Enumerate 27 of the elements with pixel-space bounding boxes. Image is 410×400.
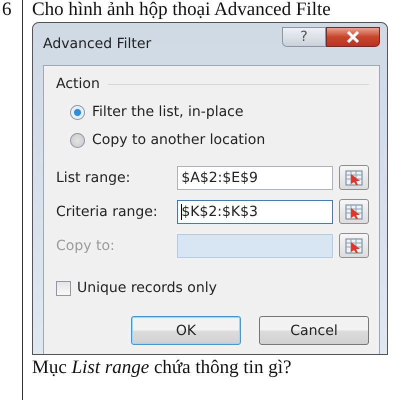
range-select-button[interactable] [339, 199, 369, 224]
question-number: 6 [2, 0, 12, 22]
range-select-button[interactable] [339, 165, 369, 190]
checkbox-label[interactable]: Unique records only [77, 280, 217, 296]
question-text: Mục List range chứa thông tin gì? [32, 357, 292, 379]
dialog-title: Advanced Filter [43, 36, 152, 52]
radio-label[interactable]: Copy to another location [92, 132, 266, 148]
checkbox[interactable] [56, 280, 71, 296]
question-heading: Cho hình ảnh hộp thoại Advanced Filte [32, 0, 332, 20]
help-button[interactable]: ? [282, 27, 326, 47]
dialog-button[interactable]: Cancel [259, 316, 369, 345]
range-field[interactable]: $A$2:$E$9 [177, 166, 334, 190]
field-label: Copy to: [56, 238, 116, 254]
close-icon [346, 31, 360, 43]
range-select-button[interactable] [339, 233, 369, 258]
radio-button[interactable] [70, 104, 85, 120]
range-select-icon [345, 238, 364, 254]
dialog-button[interactable]: OK [131, 316, 241, 345]
close-button[interactable] [326, 27, 380, 47]
radio-label[interactable]: Filter the list, in-place [92, 104, 244, 120]
range-field[interactable]: $K$2:$K$3 [177, 200, 334, 224]
radio-button[interactable] [70, 132, 85, 148]
range-select-icon [345, 204, 364, 220]
field-label: List range: [56, 170, 132, 186]
field-label: Criteria range: [56, 204, 159, 220]
range-select-icon [345, 170, 364, 186]
group-label: Action [56, 76, 100, 92]
